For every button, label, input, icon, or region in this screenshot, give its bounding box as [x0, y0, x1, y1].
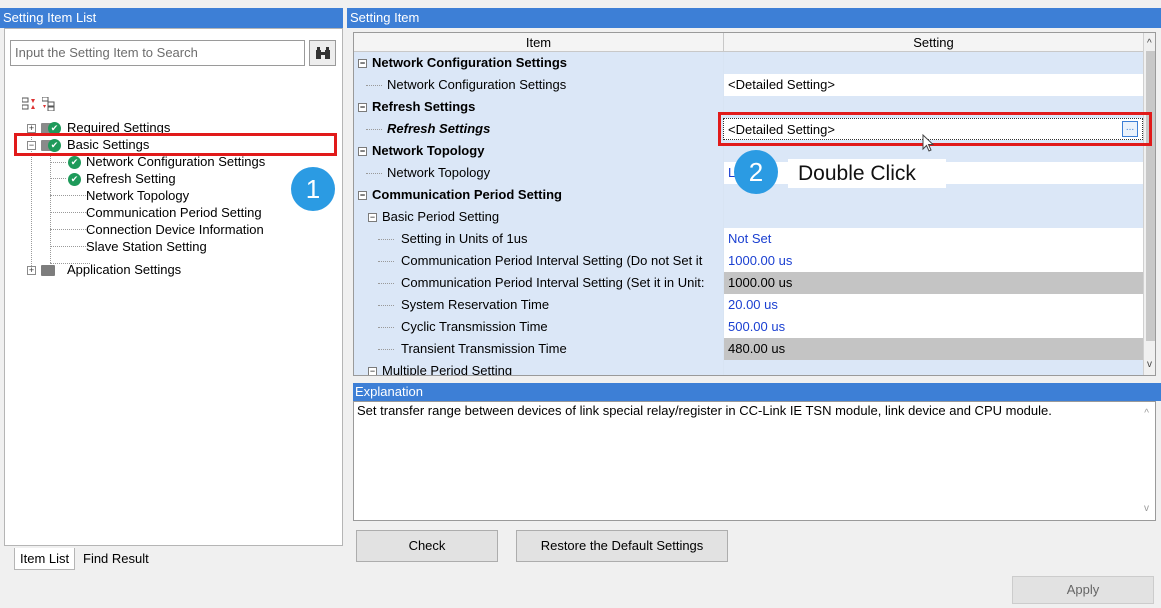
- check-icon: ✔: [68, 173, 81, 186]
- tree-item-label: Application Settings: [67, 262, 182, 277]
- tree-item-label: Network Configuration Settings: [86, 154, 266, 169]
- column-header-item[interactable]: Item: [354, 33, 723, 52]
- expand-icon[interactable]: +: [27, 266, 36, 275]
- check-button[interactable]: Check: [356, 530, 498, 562]
- search-input[interactable]: Input the Setting Item to Search: [10, 40, 305, 66]
- scroll-down-icon[interactable]: v: [1147, 359, 1152, 370]
- tree-item-label: Refresh Setting: [86, 171, 176, 186]
- tab-find-result[interactable]: Find Result: [78, 548, 154, 570]
- tree-item-label: Network Topology: [86, 188, 190, 203]
- table-row[interactable]: Communication Period Interval Setting (D…: [354, 250, 1143, 272]
- table-row[interactable]: Setting in Units of 1us Not Set: [354, 228, 1143, 250]
- expand-tree-icon[interactable]: [41, 96, 56, 112]
- table-row[interactable]: − Multiple Period Setting: [354, 360, 1143, 376]
- table-row[interactable]: System Reservation Time 20.00 us: [354, 294, 1143, 316]
- row-item: Cyclic Transmission Time: [354, 316, 723, 338]
- row-item: Refresh Settings: [354, 118, 723, 140]
- row-setting[interactable]: Not Set: [723, 228, 1143, 250]
- row-item: − Communication Period Setting: [358, 187, 562, 202]
- setting-item-list-header: Setting Item List: [0, 8, 343, 28]
- row-item: Network Configuration Settings: [354, 74, 723, 96]
- setting-item-header: Setting Item: [347, 8, 1161, 28]
- scroll-up-icon[interactable]: ^: [1144, 408, 1149, 419]
- tab-item-list[interactable]: Item List: [14, 548, 76, 570]
- step-marker-2: 2: [734, 150, 778, 194]
- collapse-icon[interactable]: −: [368, 367, 377, 375]
- collapse-icon[interactable]: −: [358, 147, 367, 156]
- grid-scrollbar[interactable]: ^ v: [1143, 33, 1155, 375]
- tree-item-label: Connection Device Information: [86, 222, 264, 237]
- row-item: Setting in Units of 1us: [354, 228, 723, 250]
- check-icon: ✔: [68, 156, 81, 169]
- collapse-icon[interactable]: −: [368, 213, 377, 222]
- row-item: − Network Configuration Settings: [358, 55, 567, 70]
- table-row[interactable]: − Basic Period Setting: [354, 206, 1143, 228]
- row-item: − Network Topology: [358, 143, 485, 158]
- mouse-cursor-icon: [922, 134, 935, 152]
- highlight-basic-settings: [14, 133, 337, 156]
- column-header-setting[interactable]: Setting: [723, 33, 1143, 52]
- row-setting[interactable]: 500.00 us: [723, 316, 1143, 338]
- scroll-up-icon[interactable]: ^: [1147, 38, 1152, 49]
- row-item: Communication Period Interval Setting (D…: [354, 250, 723, 272]
- row-setting[interactable]: <Detailed Setting>: [723, 74, 1143, 96]
- expand-icon[interactable]: +: [27, 124, 36, 133]
- row-setting: 480.00 us: [723, 338, 1143, 360]
- collapse-icon[interactable]: −: [358, 191, 367, 200]
- row-setting[interactable]: 1000.00 us: [723, 250, 1143, 272]
- folder-icon: [41, 265, 55, 276]
- scroll-down-icon[interactable]: v: [1144, 503, 1149, 514]
- restore-default-settings-button[interactable]: Restore the Default Settings: [516, 530, 728, 562]
- sort-icon[interactable]: [21, 97, 36, 111]
- table-row[interactable]: Communication Period Interval Setting (S…: [354, 272, 1143, 294]
- table-row[interactable]: − Network Configuration Settings: [354, 52, 1143, 74]
- scroll-thumb[interactable]: [1146, 51, 1155, 341]
- tree-item-label: Communication Period Setting: [86, 205, 262, 220]
- setting-grid: Item Setting ^ v − Network Configuration…: [353, 32, 1156, 376]
- step-marker-1: 1: [291, 167, 335, 211]
- row-item: − Multiple Period Setting: [368, 363, 513, 376]
- row-item: Communication Period Interval Setting (S…: [354, 272, 723, 294]
- double-click-label: Double Click: [788, 159, 946, 188]
- row-setting: 1000.00 us: [723, 272, 1143, 294]
- row-setting[interactable]: 20.00 us: [723, 294, 1143, 316]
- binoculars-icon: [315, 47, 330, 59]
- explanation-header: Explanation: [353, 383, 1161, 401]
- row-item: Transient Transmission Time: [354, 338, 723, 360]
- apply-button[interactable]: Apply: [1012, 576, 1154, 604]
- row-item: System Reservation Time: [354, 294, 723, 316]
- table-row[interactable]: Network Configuration Settings <Detailed…: [354, 74, 1143, 96]
- row-item: − Refresh Settings: [358, 99, 476, 114]
- tree-item-label: Slave Station Setting: [86, 239, 207, 254]
- row-item: Network Topology: [354, 162, 723, 184]
- collapse-icon[interactable]: −: [358, 59, 367, 68]
- row-setting: [723, 360, 1143, 375]
- row-setting: [723, 206, 1143, 228]
- table-row[interactable]: Transient Transmission Time 480.00 us: [354, 338, 1143, 360]
- table-row[interactable]: Cyclic Transmission Time 500.00 us: [354, 316, 1143, 338]
- row-setting: [723, 52, 1143, 74]
- explanation-text: Set transfer range between devices of li…: [357, 403, 1052, 418]
- search-button[interactable]: [309, 40, 336, 66]
- explanation-box: Set transfer range between devices of li…: [353, 401, 1156, 521]
- collapse-icon[interactable]: −: [358, 103, 367, 112]
- row-item: − Basic Period Setting: [368, 209, 500, 224]
